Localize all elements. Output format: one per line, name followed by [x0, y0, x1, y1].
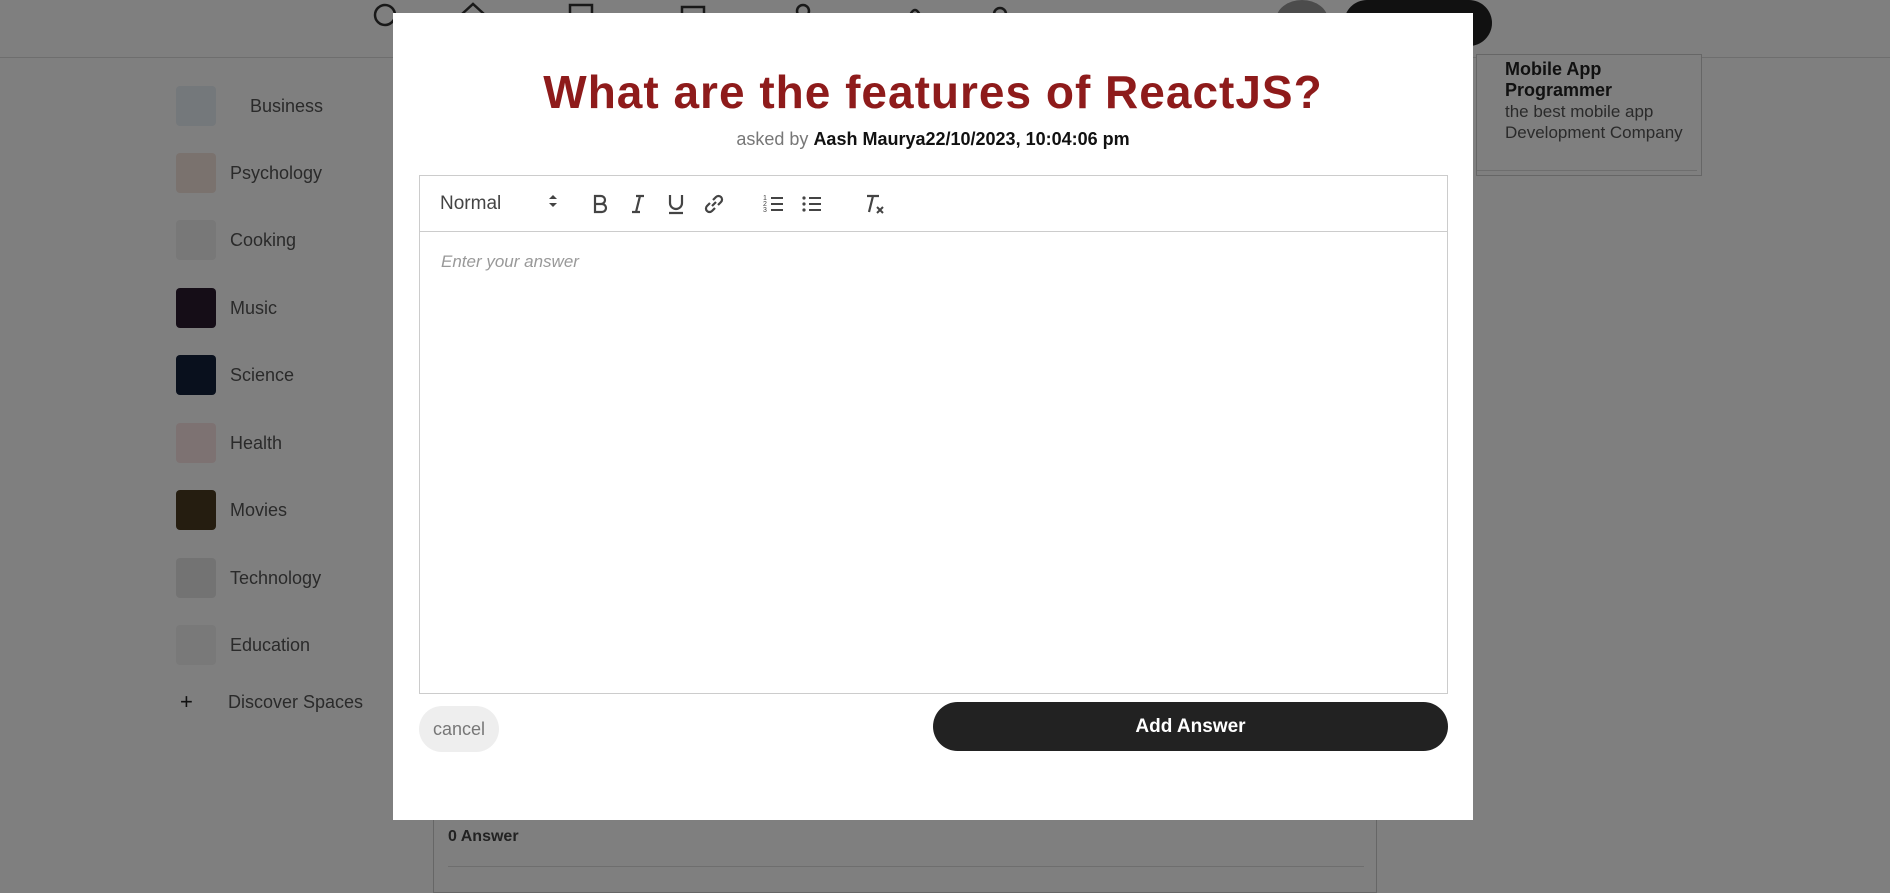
italic-icon[interactable]	[624, 190, 652, 218]
asked-by-line: asked by Aash Maurya22/10/2023, 10:04:06…	[393, 129, 1473, 150]
add-answer-button[interactable]: Add Answer	[933, 702, 1448, 751]
svg-text:3: 3	[763, 207, 767, 214]
select-arrows-icon	[548, 193, 558, 215]
answer-modal: What are the features of ReactJS? asked …	[393, 13, 1473, 820]
answer-editor: Normal 123 Enter your answer	[419, 175, 1448, 694]
ordered-list-icon[interactable]: 123	[760, 190, 788, 218]
asked-by-prefix: asked by	[736, 129, 809, 149]
bullet-list-icon[interactable]	[798, 190, 826, 218]
cancel-button[interactable]: cancel	[419, 706, 499, 752]
underline-icon[interactable]	[662, 190, 690, 218]
editor-toolbar: Normal 123	[420, 176, 1447, 232]
editor-placeholder: Enter your answer	[441, 252, 579, 271]
answer-text-area[interactable]: Enter your answer	[420, 232, 1447, 693]
clear-format-icon[interactable]	[860, 190, 888, 218]
link-icon[interactable]	[700, 190, 728, 218]
text-format-value: Normal	[440, 193, 502, 214]
text-format-select[interactable]: Normal	[440, 190, 558, 218]
asked-by-user-and-time: Aash Maurya22/10/2023, 10:04:06 pm	[813, 129, 1130, 149]
bold-icon[interactable]	[586, 190, 614, 218]
question-title: What are the features of ReactJS?	[543, 66, 1323, 118]
